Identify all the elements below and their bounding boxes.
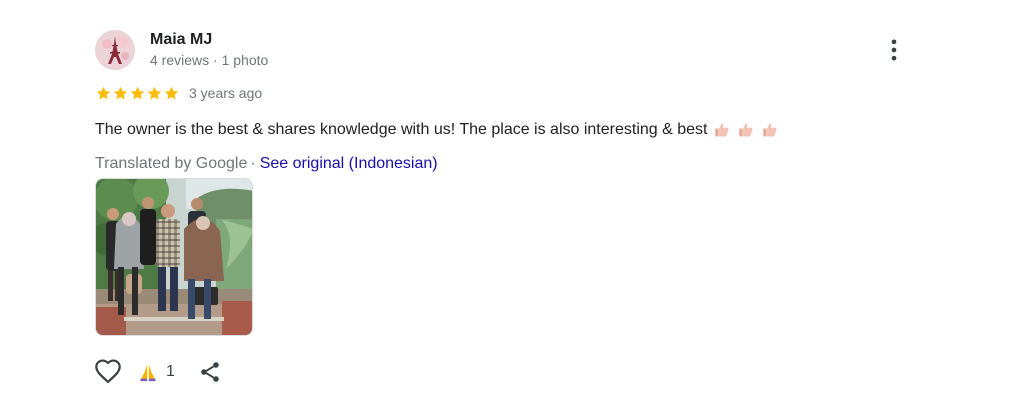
author-name[interactable]: Maia MJ: [150, 30, 212, 50]
review-actions: 1: [94, 358, 223, 386]
star-icon: [113, 86, 128, 99]
avatar[interactable]: [95, 30, 135, 70]
review-emojis: [713, 121, 785, 139]
review-text-line: The owner is the best & shares knowledge…: [95, 119, 785, 141]
rating-row: 3 years ago: [95, 84, 262, 102]
reaction-count: 1: [166, 363, 175, 380]
group-photo-image: [96, 179, 252, 335]
share-button[interactable]: [197, 359, 223, 385]
star-icon: [147, 86, 162, 99]
reaction-button[interactable]: 1: [138, 362, 175, 382]
heart-outline-icon: [95, 359, 121, 384]
thumbs-up-icon: [715, 123, 730, 137]
share-icon: [201, 362, 219, 382]
star-rating: [95, 85, 180, 102]
thumbs-up-icon: [739, 123, 754, 137]
folded-hands-icon: [140, 364, 156, 382]
review-photo[interactable]: [95, 178, 253, 336]
star-icon: [96, 86, 111, 99]
more-vert-icon: [891, 39, 897, 61]
more-options-button[interactable]: [880, 36, 908, 64]
eiffel-tower-avatar-icon: [95, 30, 135, 70]
review-date: 3 years ago: [189, 85, 263, 101]
translation-row: Translated by Google · See original (Indon…: [95, 153, 438, 175]
thumbs-up-icon: [763, 123, 778, 137]
translated-label: Translated by Google: [95, 155, 248, 172]
review-card: Maia MJ 4 reviews · 1 photo 3 years ago …: [0, 0, 1014, 404]
author-meta[interactable]: 4 reviews · 1 photo: [150, 51, 268, 69]
translation-separator: ·: [250, 155, 256, 172]
star-icon: [130, 86, 145, 99]
like-button[interactable]: [94, 358, 122, 386]
star-icon: [164, 86, 179, 99]
review-text: The owner is the best & shares knowledge…: [95, 121, 708, 138]
see-original-link[interactable]: See original (Indonesian): [260, 155, 438, 172]
